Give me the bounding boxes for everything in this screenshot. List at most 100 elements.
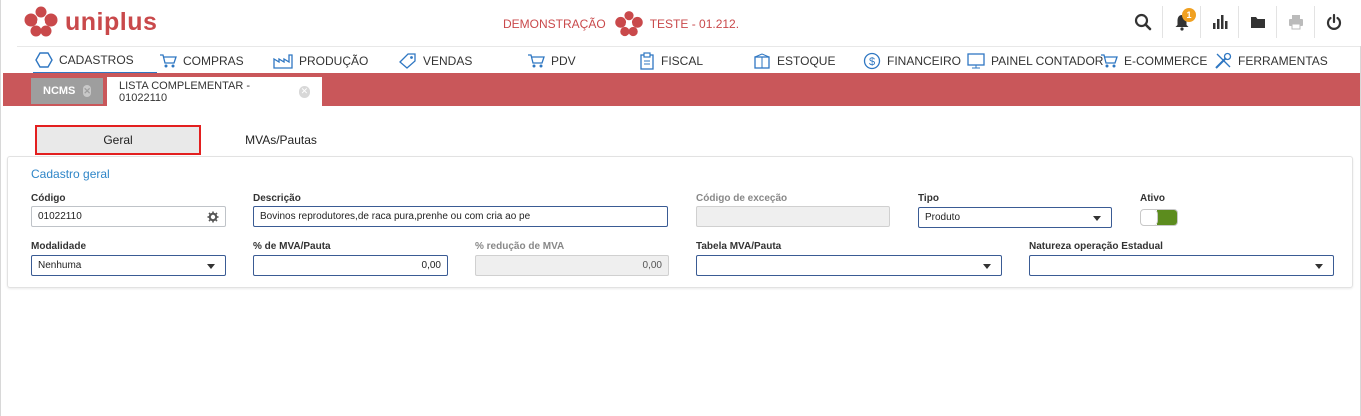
descricao-field[interactable]: Bovinos reprodutores,de raca pura,prenhe… <box>253 206 668 227</box>
menu-item-ferramentas[interactable]: FERRAMENTAS <box>1214 47 1328 74</box>
logout-button[interactable] <box>1314 6 1352 38</box>
factory-icon <box>273 53 293 69</box>
mva-pauta-value: 0,00 <box>421 260 441 271</box>
tab-label: LISTA COMPLEMENTAR - 01022110 <box>119 79 251 104</box>
notifications-button[interactable]: 1 <box>1162 6 1200 38</box>
hexagon-icon <box>35 51 53 68</box>
menu-item-vendas[interactable]: VENDAS <box>399 47 472 74</box>
ativo-toggle[interactable] <box>1140 209 1178 226</box>
chart-icon <box>1212 15 1227 29</box>
printer-icon <box>1288 15 1303 30</box>
app-name: uniplus <box>65 7 158 36</box>
menu-item-painel-contador[interactable]: PAINEL CONTADOR <box>967 47 1103 74</box>
tab-lista-complementar[interactable]: LISTA COMPLEMENTAR - 01022110 ✕ <box>107 77 322 106</box>
codigo-label: Código <box>31 193 66 204</box>
chevron-down-icon <box>207 264 215 269</box>
document-tabbar: NCMS ✕ LISTA COMPLEMENTAR - 01022110 ✕ <box>3 73 1360 106</box>
subtab-mvas-pautas[interactable]: MVAs/Pautas <box>201 125 361 155</box>
menu-item-label: PDV <box>551 53 576 68</box>
menu-item-ecommerce[interactable]: E-COMMERCE <box>1100 47 1207 74</box>
modalidade-select[interactable]: Nenhuma <box>31 255 226 276</box>
svg-text:$: $ <box>869 56 875 68</box>
codigo-excecao-field <box>696 206 890 227</box>
reports-button[interactable] <box>1200 6 1238 38</box>
chevron-down-icon <box>1093 216 1101 221</box>
tag-icon <box>399 52 416 69</box>
mode-label: DEMONSTRAÇÃO <box>503 17 606 31</box>
reducao-mva-label: % redução de MVA <box>475 241 565 252</box>
tools-icon <box>1215 52 1232 69</box>
header-actions: 1 <box>1124 0 1352 44</box>
box-icon <box>754 53 770 69</box>
menu-item-estoque[interactable]: ESTOQUE <box>753 47 835 74</box>
cart-icon <box>1101 53 1118 67</box>
gear-icon[interactable] <box>207 211 219 223</box>
descricao-value: Bovinos reprodutores,de raca pura,prenhe… <box>260 211 531 222</box>
tab-label: NCMS <box>43 85 76 97</box>
menu-item-label: FISCAL <box>661 53 704 68</box>
menu-item-fiscal[interactable]: FISCAL <box>639 47 703 74</box>
chevron-down-icon <box>1315 264 1323 269</box>
monitor-icon <box>967 52 985 68</box>
company-logo-icon <box>614 11 643 37</box>
app-header: uniplus DEMONSTRAÇÃO TESTE - 01.212. 1 <box>1 0 1361 46</box>
menu-item-label: ESTOQUE <box>777 53 836 68</box>
search-button[interactable] <box>1124 6 1162 38</box>
close-icon[interactable]: ✕ <box>83 85 91 97</box>
cart-icon <box>528 53 545 67</box>
close-icon[interactable]: ✕ <box>298 85 310 98</box>
modalidade-value: Nenhuma <box>38 260 82 271</box>
modalidade-label: Modalidade <box>31 241 87 252</box>
tabela-mva-label: Tabela MVA/Pauta <box>696 241 782 252</box>
mva-pauta-label: % de MVA/Pauta <box>253 241 331 252</box>
folder-icon <box>1250 17 1265 28</box>
subtab-geral[interactable]: Geral <box>35 125 201 155</box>
natureza-label: Natureza operação Estadual <box>1029 241 1163 252</box>
menu-item-label: CADASTROS <box>59 52 134 67</box>
menu-item-compras[interactable]: COMPRAS <box>159 47 244 74</box>
tipo-value: Produto <box>925 212 961 223</box>
menu-item-pdv[interactable]: PDV <box>527 47 576 74</box>
subtab-label: MVAs/Pautas <box>245 133 317 147</box>
notification-badge: 1 <box>1182 8 1196 22</box>
menu-item-label: VENDAS <box>423 53 473 68</box>
menu-item-producao[interactable]: PRODUÇÃO <box>273 47 368 74</box>
codigo-value: 01022110 <box>38 211 82 222</box>
company-info: DEMONSTRAÇÃO TESTE - 01.212. <box>503 10 739 38</box>
menu-item-label: E-COMMERCE <box>1124 53 1208 68</box>
reducao-mva-field: 0,00 <box>475 255 669 276</box>
menu-item-cadastros[interactable]: CADASTROS <box>33 47 157 74</box>
company-label: TESTE - 01.212. <box>649 17 740 31</box>
menu-item-label: COMPRAS <box>183 53 244 68</box>
tipo-select[interactable]: Produto <box>918 207 1112 228</box>
main-menu: CADASTROS COMPRAS PRODUÇÃO VENDAS PDV FI… <box>17 46 1360 74</box>
form-panel: Cadastro geral Código 01022110 Descrição… <box>7 156 1353 288</box>
mva-pauta-field[interactable]: 0,00 <box>253 255 448 276</box>
chevron-down-icon <box>983 264 991 269</box>
codigo-field[interactable]: 01022110 <box>31 206 226 227</box>
codigo-excecao-label: Código de exceção <box>696 193 788 204</box>
toggle-knob <box>1141 210 1158 225</box>
menu-item-label: PRODUÇÃO <box>299 53 369 68</box>
folder-button[interactable] <box>1238 6 1276 38</box>
reducao-mva-value: 0,00 <box>642 260 662 271</box>
print-button[interactable] <box>1276 6 1314 38</box>
toggle-on-fill <box>1157 210 1177 225</box>
natureza-select[interactable] <box>1029 255 1334 276</box>
logo-icon <box>24 6 58 37</box>
dollar-icon: $ <box>863 52 881 69</box>
app-logo[interactable]: uniplus <box>23 6 157 38</box>
menu-item-financeiro[interactable]: $ FINANCEIRO <box>863 47 961 74</box>
tab-ncms[interactable]: NCMS ✕ <box>31 78 103 104</box>
tabela-mva-select[interactable] <box>696 255 1002 276</box>
menu-item-label: PAINEL CONTADOR <box>991 53 1104 68</box>
search-icon <box>1134 13 1152 31</box>
section-title: Cadastro geral <box>31 167 110 181</box>
subtab-label: Geral <box>103 133 133 147</box>
power-icon <box>1326 13 1341 30</box>
descricao-label: Descrição <box>253 193 301 204</box>
menu-item-label: FERRAMENTAS <box>1238 53 1328 68</box>
menu-item-label: FINANCEIRO <box>887 53 962 68</box>
clipboard-icon <box>640 51 654 70</box>
app-frame: uniplus DEMONSTRAÇÃO TESTE - 01.212. 1 C… <box>0 0 1361 416</box>
